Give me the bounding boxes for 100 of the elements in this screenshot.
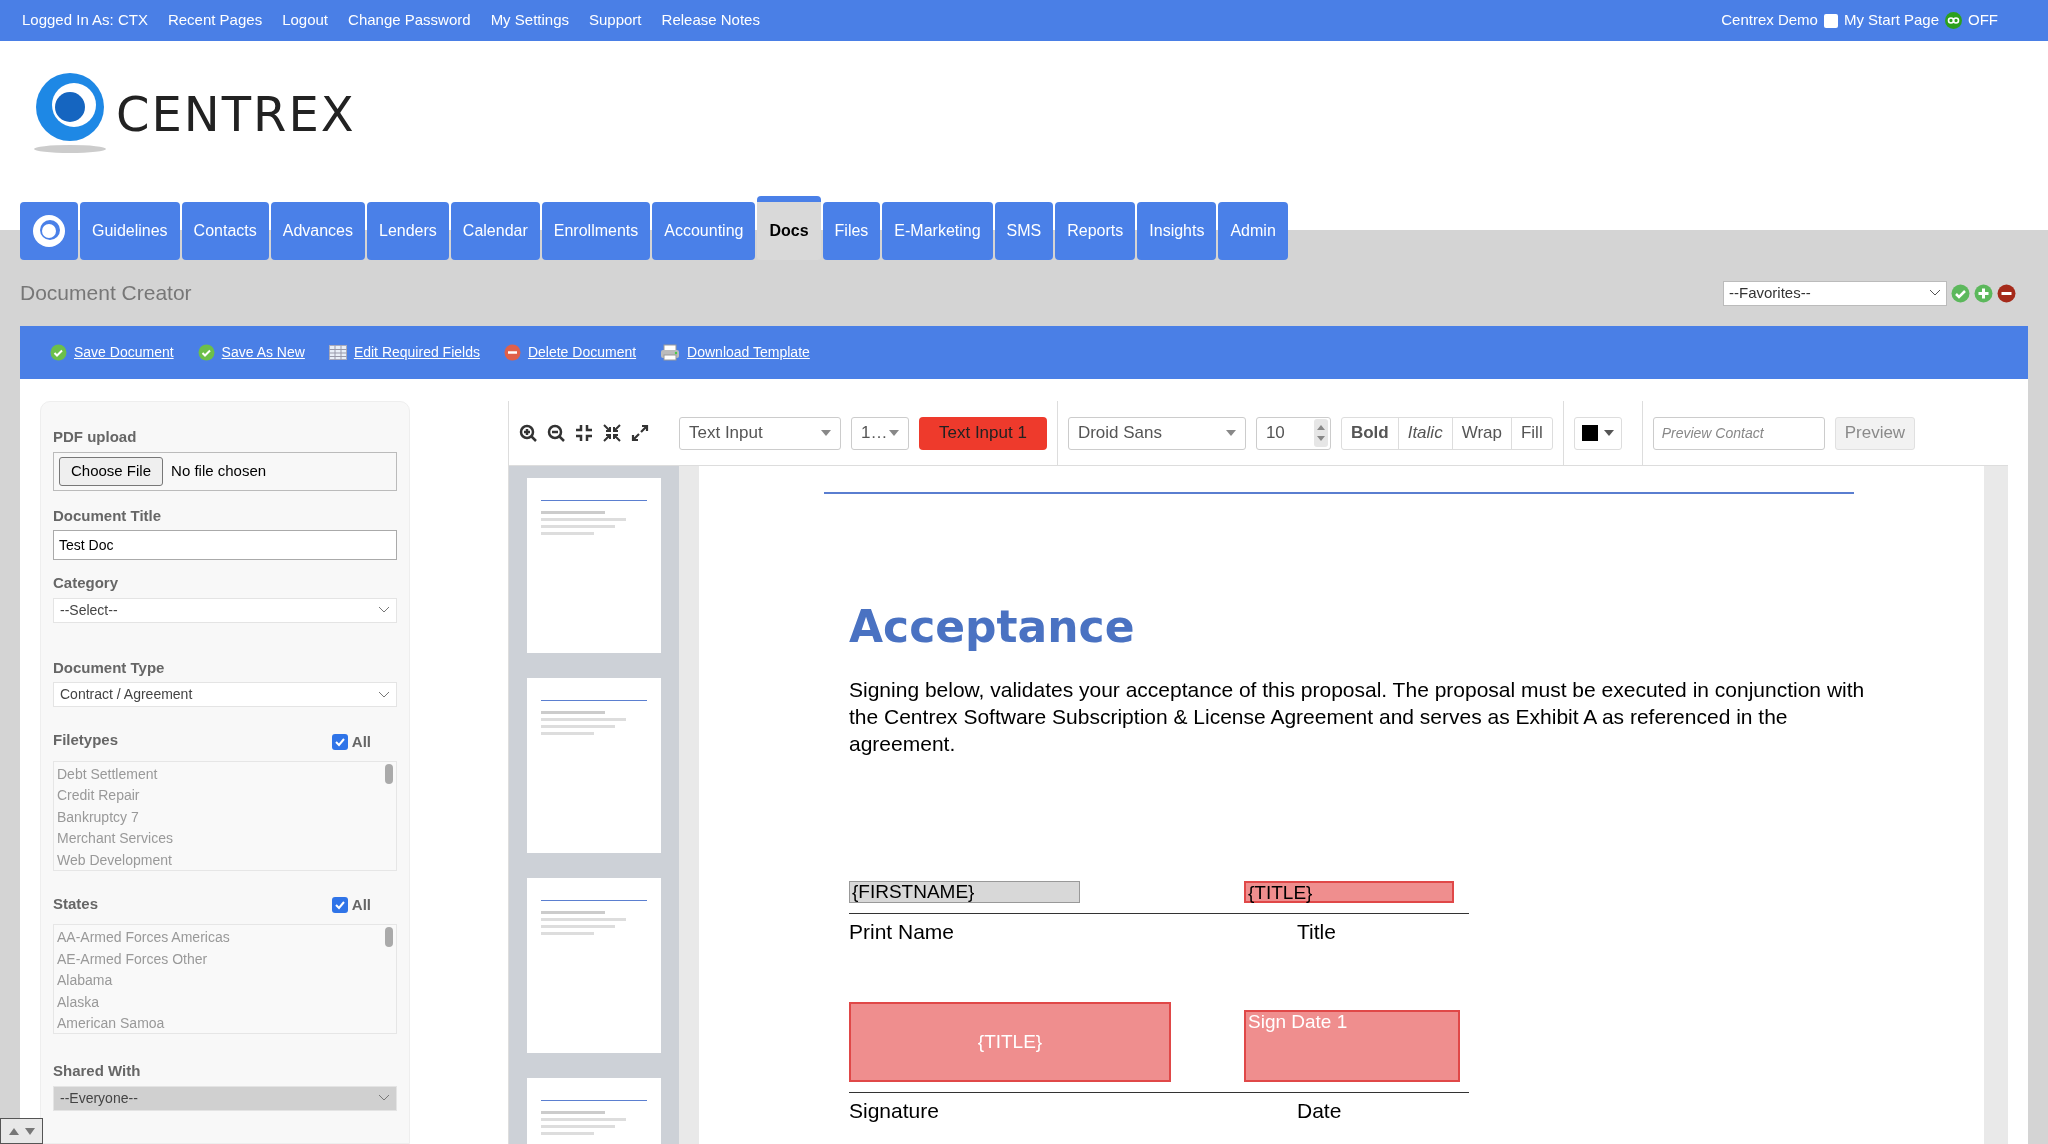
form-field[interactable]: {TITLE} (849, 1001, 1171, 1082)
all-label: All (351, 895, 371, 915)
scrollbar-thumb[interactable] (385, 763, 393, 784)
list-box[interactable]: AA-Armed Forces Americas AE-Armed Forces Other Alabama Alaska American Samoa (53, 924, 397, 1034)
select-field[interactable]: Contract / Agreement (53, 682, 397, 707)
list-item[interactable]: American Samoa (57, 1013, 385, 1035)
all-checkbox[interactable] (331, 733, 348, 750)
action-link[interactable]: Download Template (687, 342, 810, 363)
action-link[interactable]: Save As New (221, 342, 305, 363)
style-button[interactable]: Bold (1341, 417, 1398, 449)
page-thumbnail[interactable] (527, 878, 661, 1053)
list-item[interactable]: AE-Armed Forces Other (57, 948, 385, 970)
top-link[interactable]: Change Password (348, 9, 471, 32)
form-field[interactable]: {FIRSTNAME} (849, 881, 1080, 903)
scrollbar-thumb[interactable] (385, 927, 393, 947)
top-link[interactable]: Logged In As: CTX (22, 9, 148, 32)
nav-tab[interactable]: Guidelines (80, 202, 180, 260)
choose-file-button[interactable]: Choose File (59, 456, 164, 486)
preview-contact-field[interactable]: Preview Contact (1652, 416, 1825, 450)
title-input[interactable]: Test Doc (53, 530, 397, 560)
form-field[interactable]: {TITLE} (1244, 881, 1454, 903)
caret-icon (378, 1094, 390, 1102)
select-field[interactable]: --Select-- (53, 597, 397, 623)
list-item[interactable]: Credit Repair (57, 785, 385, 807)
form-field[interactable]: Sign Date 1 (1244, 1009, 1460, 1082)
dropdown[interactable]: Droid Sans (1067, 416, 1246, 450)
page-thumbnail[interactable] (527, 478, 661, 653)
list-item[interactable]: Debt Settlement (57, 763, 385, 785)
style-button[interactable]: Fill (1510, 417, 1552, 449)
caret-icon (1603, 430, 1614, 436)
list-item[interactable]: Web Development (57, 849, 385, 871)
dropdown[interactable]: 1… (851, 416, 909, 450)
all-label: All (351, 731, 371, 752)
table-icon (328, 345, 347, 360)
zoom-out-icon[interactable] (547, 424, 565, 442)
dropdown[interactable]: Text Input (679, 416, 841, 450)
list-item[interactable]: Bankruptcy 7 (57, 806, 385, 828)
nav-tab[interactable]: Accounting (652, 202, 756, 260)
start-page-checkbox[interactable] (1823, 13, 1838, 28)
top-link[interactable]: Logout (282, 9, 329, 32)
nav-tab[interactable]: Calendar (450, 202, 540, 260)
top-link[interactable]: Recent Pages (167, 9, 263, 32)
zoom-in-icon[interactable] (519, 424, 537, 442)
size-spinner[interactable]: 10 (1255, 416, 1331, 450)
nav-tab[interactable]: Advances (270, 202, 365, 260)
color-swatch (1581, 425, 1598, 441)
list-item[interactable]: AA-Armed Forces Americas (57, 927, 385, 949)
list-box[interactable]: Debt Settlement Credit Repair Bankruptcy 7 Merchant Services Web Development (53, 760, 397, 871)
scroll-arrows[interactable] (0, 1118, 43, 1144)
remove-icon[interactable] (1997, 283, 2016, 303)
action-link[interactable]: Save Document (74, 342, 174, 363)
nav-tab[interactable]: Contacts (181, 202, 269, 260)
signature-label: Title (1297, 919, 1337, 945)
favorites-dropdown[interactable]: --Favorites-- (1723, 280, 1947, 306)
field-name-button[interactable]: Text Input 1 (919, 416, 1047, 450)
style-button[interactable]: Italic (1397, 417, 1452, 449)
field-label: Document Type (53, 657, 166, 678)
expand-icon[interactable] (631, 424, 649, 442)
home-tab[interactable] (20, 202, 78, 260)
centrex-logo: CENTREX (30, 68, 356, 159)
action-link[interactable]: Edit Required Fields (353, 342, 480, 363)
page-thumbnail[interactable] (527, 678, 661, 853)
file-status: No file chosen (171, 460, 267, 481)
nav-tab[interactable]: SMS (994, 202, 1054, 260)
field-label: States (53, 893, 99, 914)
signature-label: Date (1297, 1097, 1343, 1124)
style-button[interactable]: Wrap (1451, 417, 1511, 449)
action-link[interactable]: Delete Document (527, 342, 637, 363)
list-item[interactable]: Alaska (57, 991, 385, 1013)
caret-icon (378, 606, 390, 614)
select-field[interactable]: --Everyone-- (53, 1085, 397, 1111)
field-label: Shared With (53, 1061, 142, 1081)
field-label: PDF upload (53, 427, 138, 447)
all-checkbox[interactable] (331, 897, 348, 914)
nav-tab[interactable]: Files (822, 202, 881, 260)
nav-tab[interactable]: E-Marketing (882, 202, 993, 260)
nav-tab[interactable]: Reports (1055, 202, 1136, 260)
nav-tab[interactable]: Enrollments (541, 202, 651, 260)
nav-tab[interactable]: Insights (1137, 202, 1217, 260)
top-link[interactable]: Release Notes (661, 9, 760, 32)
nav-tab[interactable]: Lenders (367, 202, 449, 260)
list-item[interactable]: Merchant Services (57, 828, 385, 850)
start-page-label: My Start Page (1843, 10, 1939, 31)
caret-icon (889, 430, 899, 436)
top-link[interactable]: My Settings (490, 9, 569, 32)
check-icon (50, 344, 67, 361)
signature-label: Signature (849, 1097, 940, 1124)
spinner-arrows-icon[interactable] (1313, 419, 1328, 447)
shrink-icon[interactable] (575, 424, 593, 442)
top-link[interactable]: Support (589, 9, 642, 32)
field-label: Category (53, 573, 120, 593)
nav-tab[interactable]: Admin (1218, 202, 1288, 260)
nav-tab[interactable]: Docs (757, 196, 821, 260)
file-field[interactable]: Choose File No file chosen (53, 451, 397, 491)
check-icon[interactable] (1951, 283, 1970, 303)
delete-icon (503, 344, 521, 361)
list-item[interactable]: Alabama (57, 970, 385, 992)
color-picker[interactable] (1573, 416, 1622, 450)
compress-icon[interactable] (603, 424, 621, 442)
account-name: Centrex Demo (1721, 10, 1818, 31)
